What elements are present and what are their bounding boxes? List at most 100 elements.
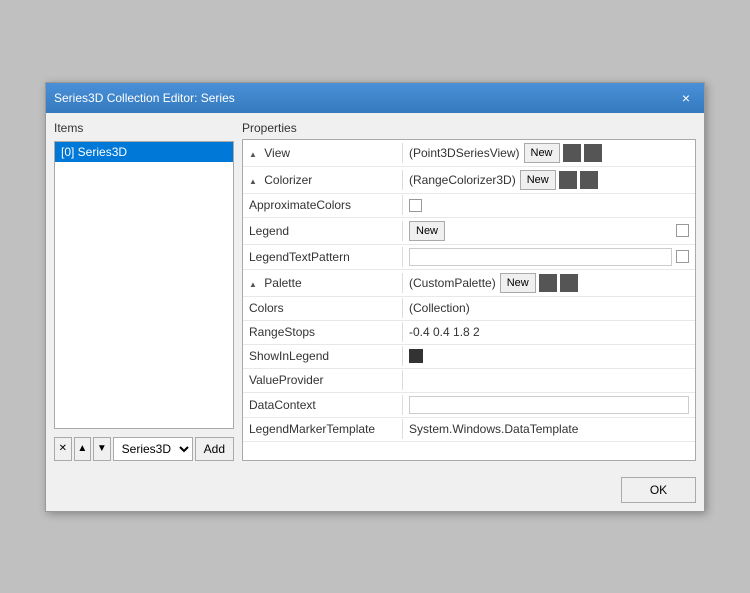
prop-value-palette: (CustomPalette) New (403, 270, 695, 296)
ok-button[interactable]: OK (621, 477, 696, 503)
prop-row-valueprovider: ValueProvider (243, 369, 695, 393)
prop-name-legend: Legend (243, 221, 403, 241)
props-container: ▲ View (Point3DSeriesView) New (242, 139, 696, 461)
collapse-triangle-view: ▲ (249, 150, 257, 159)
prop-value-legend: New (403, 218, 695, 244)
colors-value-text: (Collection) (409, 301, 470, 315)
series-type-dropdown[interactable]: Series3D (113, 437, 193, 461)
prop-row-showinlegend: ShowInLegend (243, 345, 695, 369)
prop-value-legendmarkertemplate: System.Windows.DataTemplate (403, 419, 695, 439)
prop-value-datacontext (403, 393, 695, 417)
close-button[interactable]: × (676, 89, 696, 107)
prop-name-colorizer: ▲ Colorizer (243, 170, 403, 190)
prop-label-legendtextpattern: LegendTextPattern (249, 250, 350, 264)
up-arrow-icon: ▲ (77, 443, 87, 454)
datacontext-input[interactable] (409, 396, 689, 414)
prop-name-valueprovider: ValueProvider (243, 370, 403, 390)
approxcolors-checkbox[interactable] (409, 199, 422, 212)
colorizer-controls: New (520, 170, 689, 190)
prop-row-view: ▲ View (Point3DSeriesView) New (243, 140, 695, 167)
prop-label-colors: Colors (249, 301, 284, 315)
items-list: [0] Series3D (54, 141, 234, 429)
prop-label-datacontext: DataContext (249, 398, 316, 412)
legend-new-button[interactable]: New (409, 221, 445, 241)
view-new-button[interactable]: New (524, 143, 560, 163)
add-button[interactable]: Add (195, 437, 234, 461)
prop-row-legend: Legend New (243, 218, 695, 245)
prop-label-colorizer: Colorizer (264, 173, 312, 187)
prop-name-legendtextpattern: LegendTextPattern (243, 247, 403, 267)
prop-row-rangestops: RangeStops -0.4 0.4 1.8 2 (243, 321, 695, 345)
prop-name-rangestops: RangeStops (243, 322, 403, 342)
showinlegend-checkbox[interactable] (409, 349, 423, 363)
delete-button[interactable]: ✕ (54, 437, 72, 461)
prop-label-legend: Legend (249, 224, 289, 238)
prop-name-datacontext: DataContext (243, 395, 403, 415)
view-value-text: (Point3DSeriesView) (409, 146, 520, 160)
items-label: Items (54, 121, 234, 135)
prop-label-view: View (264, 146, 290, 160)
collapse-triangle-colorizer: ▲ (249, 177, 257, 186)
prop-row-approxcolors: ApproximateColors (243, 194, 695, 218)
collapse-triangle-palette: ▲ (249, 280, 257, 289)
legendmarkertemplate-value-text: System.Windows.DataTemplate (409, 422, 578, 436)
view-clear-button[interactable] (584, 144, 602, 162)
prop-label-showinlegend: ShowInLegend (249, 349, 329, 363)
legend-checkbox[interactable] (676, 224, 689, 237)
prop-row-colorizer: ▲ Colorizer (RangeColorizer3D) New (243, 167, 695, 194)
prop-value-colors: (Collection) (403, 298, 695, 318)
items-controls: ✕ ▲ ▼ Series3D Add (54, 437, 234, 461)
colorizer-edit-button[interactable] (559, 171, 577, 189)
legendtextpattern-input[interactable] (409, 248, 672, 266)
legendtextpattern-checkbox[interactable] (676, 250, 689, 263)
palette-edit-button[interactable] (539, 274, 557, 292)
prop-row-legendtextpattern: LegendTextPattern (243, 245, 695, 270)
move-down-button[interactable]: ▼ (93, 437, 111, 461)
properties-panel: Properties ▲ View (Point3DSeriesView) Ne… (242, 121, 696, 461)
content-area: Items [0] Series3D ✕ ▲ ▼ Series3D Add (46, 113, 704, 469)
move-up-button[interactable]: ▲ (74, 437, 92, 461)
prop-label-valueprovider: ValueProvider (249, 373, 323, 387)
prop-value-showinlegend (403, 346, 695, 366)
items-panel: Items [0] Series3D ✕ ▲ ▼ Series3D Add (54, 121, 234, 461)
prop-name-palette: ▲ Palette (243, 273, 403, 293)
palette-value-text: (CustomPalette) (409, 276, 496, 290)
prop-row-palette: ▲ Palette (CustomPalette) New (243, 270, 695, 297)
prop-name-legendmarkertemplate: LegendMarkerTemplate (243, 419, 403, 439)
prop-name-showinlegend: ShowInLegend (243, 346, 403, 366)
prop-value-valueprovider (403, 377, 695, 383)
prop-name-colors: Colors (243, 298, 403, 318)
colorizer-clear-button[interactable] (580, 171, 598, 189)
list-item[interactable]: [0] Series3D (55, 142, 233, 162)
rangestops-value-text: -0.4 0.4 1.8 2 (409, 325, 480, 339)
properties-header: Properties (242, 121, 696, 135)
palette-controls: New (500, 273, 689, 293)
prop-label-palette: Palette (264, 276, 301, 290)
colorizer-value-text: (RangeColorizer3D) (409, 173, 516, 187)
prop-row-datacontext: DataContext (243, 393, 695, 418)
colorizer-new-button[interactable]: New (520, 170, 556, 190)
prop-label-approxcolors: ApproximateColors (249, 198, 351, 212)
down-arrow-icon: ▼ (97, 443, 107, 454)
prop-value-approxcolors (403, 196, 695, 215)
window-title: Series3D Collection Editor: Series (54, 91, 235, 105)
palette-clear-button[interactable] (560, 274, 578, 292)
palette-new-button[interactable]: New (500, 273, 536, 293)
main-window: Series3D Collection Editor: Series × Ite… (45, 82, 705, 512)
prop-label-rangestops: RangeStops (249, 325, 315, 339)
prop-name-view: ▲ View (243, 143, 403, 163)
prop-row-colors: Colors (Collection) (243, 297, 695, 321)
view-edit-button[interactable] (563, 144, 581, 162)
prop-label-legendmarkertemplate: LegendMarkerTemplate (249, 422, 375, 436)
prop-name-approxcolors: ApproximateColors (243, 195, 403, 215)
prop-value-colorizer: (RangeColorizer3D) New (403, 167, 695, 193)
title-bar: Series3D Collection Editor: Series × (46, 83, 704, 113)
prop-value-rangestops: -0.4 0.4 1.8 2 (403, 322, 695, 342)
properties-table: ▲ View (Point3DSeriesView) New (242, 139, 696, 461)
footer: OK (46, 469, 704, 511)
prop-value-view: (Point3DSeriesView) New (403, 140, 695, 166)
delete-icon: ✕ (59, 443, 67, 454)
prop-value-legendtextpattern (403, 245, 695, 269)
view-controls: New (524, 143, 690, 163)
prop-row-legendmarkertemplate: LegendMarkerTemplate System.Windows.Data… (243, 418, 695, 442)
